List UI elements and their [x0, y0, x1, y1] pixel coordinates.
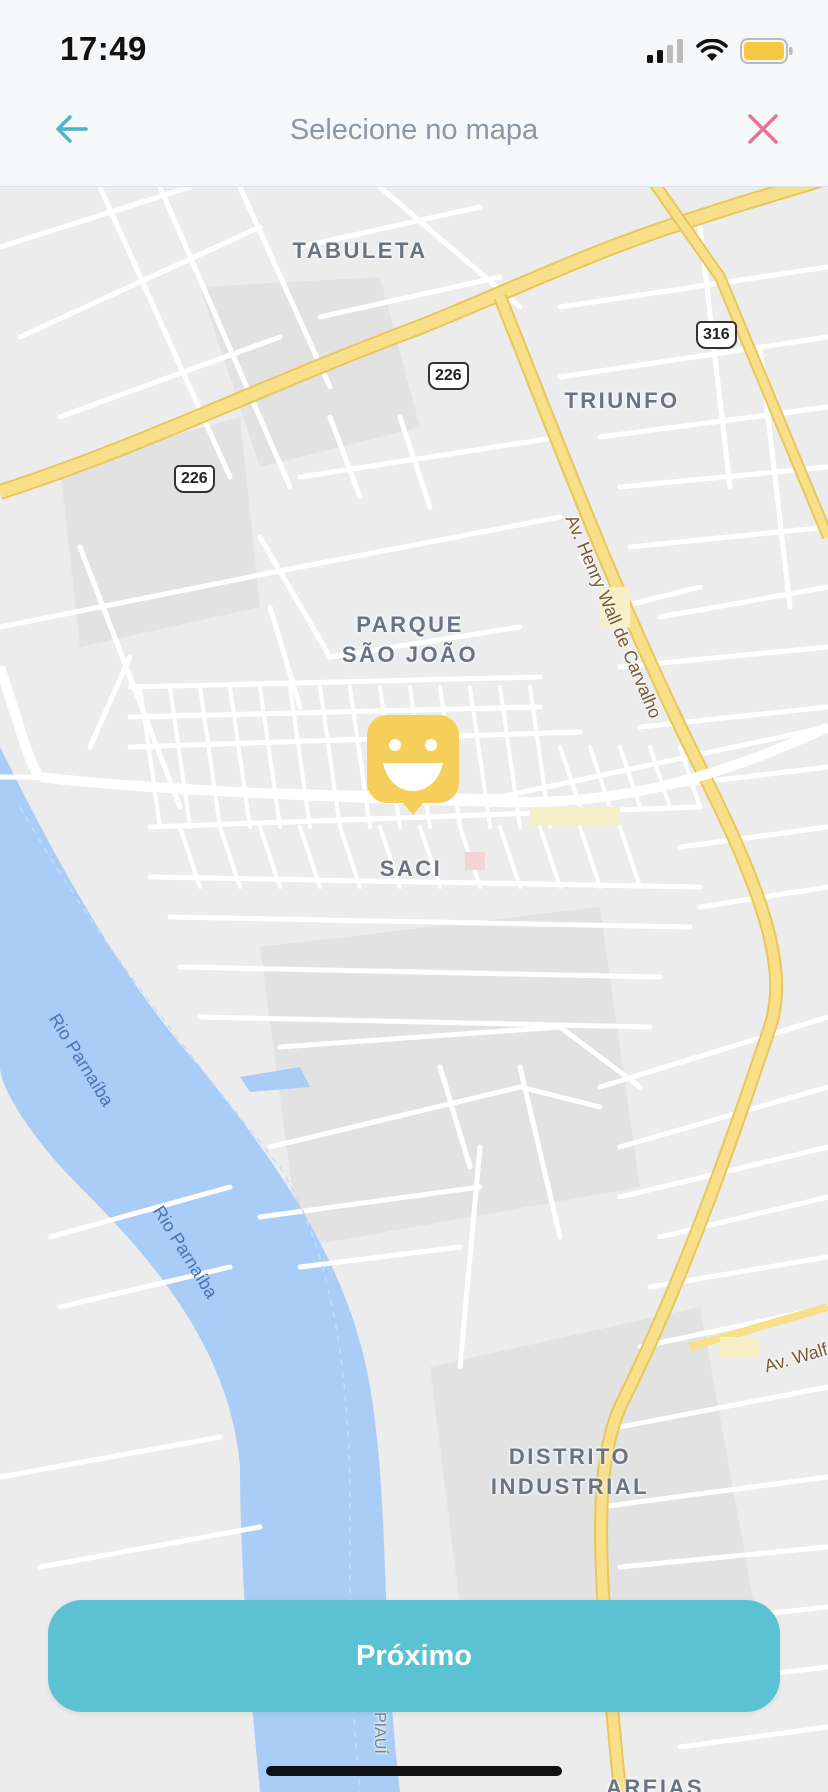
location-pin[interactable]	[367, 715, 459, 819]
road-shield-226-west: 226	[174, 465, 215, 493]
neighborhood-label-areias: AREIAS	[605, 1775, 705, 1792]
status-bar: 17:49	[0, 0, 828, 92]
page-title: Selecione no mapa	[289, 114, 539, 146]
road-shield-316: 316	[696, 321, 737, 349]
road-shield-226-east: 226	[428, 362, 469, 390]
neighborhood-label-tabuleta: TABULETA	[292, 238, 428, 263]
next-button[interactable]: Próximo	[48, 1600, 780, 1712]
smiley-pin-icon	[367, 715, 459, 815]
battery-icon	[740, 38, 793, 64]
cellular-signal-icon	[647, 39, 683, 63]
road-label-piaui: PIAUÍ	[371, 1712, 388, 1754]
close-icon	[748, 114, 778, 144]
neighborhood-label-parque: PARQUE	[356, 612, 464, 637]
wifi-icon	[696, 39, 728, 61]
neighborhood-label-distrito: DISTRITO	[508, 1444, 632, 1469]
navigation-bar: Selecione no mapa	[0, 92, 828, 187]
map-canvas[interactable]	[0, 187, 828, 1792]
neighborhood-label-triunfo: TRIUNFO	[564, 388, 680, 413]
map-view[interactable]: TABULETA TRIUNFO PARQUE SÃO JOÃO SACI DI…	[0, 187, 828, 1792]
close-button[interactable]	[736, 102, 790, 156]
status-icons	[646, 36, 794, 66]
neighborhood-label-saci: SACI	[379, 856, 443, 881]
neighborhood-label-industrial: INDUSTRIAL	[490, 1474, 650, 1499]
status-time: 17:49	[60, 30, 147, 67]
neighborhood-label-sao-joao: SÃO JOÃO	[341, 642, 479, 667]
home-indicator[interactable]	[266, 1766, 562, 1776]
